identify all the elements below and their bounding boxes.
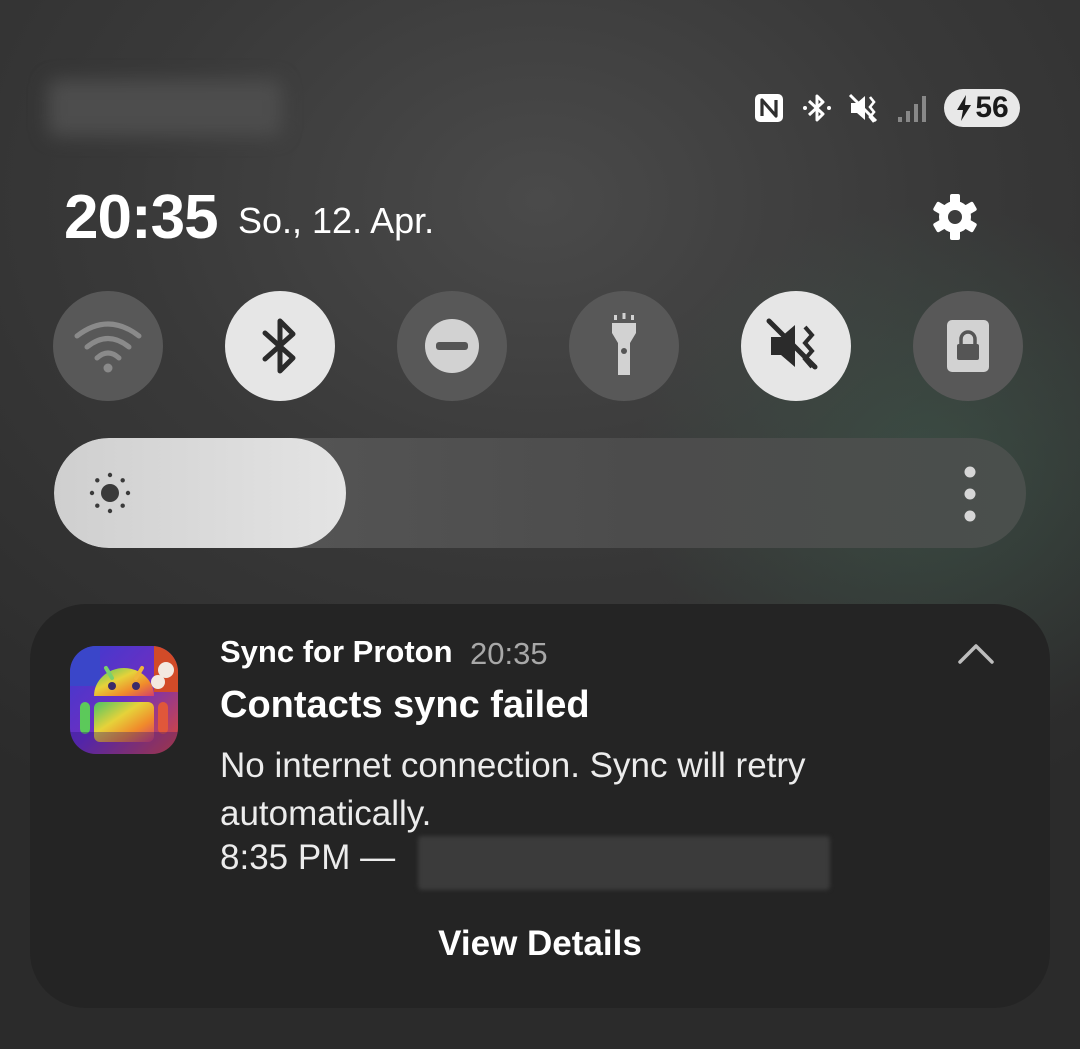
tile-mute[interactable] bbox=[741, 291, 851, 401]
tile-do-not-disturb[interactable] bbox=[397, 291, 507, 401]
flashlight-icon bbox=[612, 313, 636, 375]
battery-level: 56 bbox=[975, 91, 1009, 124]
tile-wifi[interactable] bbox=[53, 291, 163, 401]
date: So., 12. Apr. bbox=[238, 200, 435, 241]
more-options-icon[interactable] bbox=[958, 466, 982, 522]
bluetooth-icon bbox=[262, 318, 296, 374]
carrier-blurred bbox=[48, 80, 282, 136]
signal-icon bbox=[896, 91, 930, 125]
mute-icon bbox=[766, 318, 818, 370]
tile-flashlight[interactable] bbox=[569, 291, 679, 401]
wifi-icon bbox=[74, 321, 142, 373]
charging-icon bbox=[957, 95, 972, 121]
bluetooth-icon bbox=[800, 91, 834, 125]
notification-card[interactable]: Sync for Proton 20:35 Contacts sync fail… bbox=[30, 604, 1050, 1008]
sun-icon bbox=[89, 472, 131, 514]
clock: 20:35 bbox=[64, 183, 219, 252]
tile-screen-lock[interactable] bbox=[913, 291, 1023, 401]
app-icon bbox=[70, 646, 178, 754]
chevron-up-icon[interactable] bbox=[956, 640, 996, 666]
tile-bluetooth[interactable] bbox=[225, 291, 335, 401]
notification-body: No internet connection. Sync will retry … bbox=[220, 746, 806, 833]
notification-timestamp: 8:35 PM — bbox=[220, 838, 396, 877]
lock-icon bbox=[947, 320, 989, 372]
gear-icon[interactable] bbox=[930, 192, 980, 242]
app-name: Sync for Proton bbox=[220, 634, 453, 669]
nfc-icon bbox=[752, 91, 786, 125]
notification-title: Contacts sync failed bbox=[220, 684, 590, 726]
vibrate-mute-icon bbox=[848, 91, 882, 125]
brightness-slider[interactable] bbox=[54, 438, 1026, 548]
notification-time: 20:35 bbox=[470, 636, 548, 671]
status-icons: 56 bbox=[752, 86, 1020, 130]
view-details-button[interactable]: View Details bbox=[30, 924, 1050, 964]
minus-circle-icon bbox=[425, 319, 479, 373]
battery-indicator: 56 bbox=[944, 89, 1020, 127]
account-blurred bbox=[418, 836, 830, 890]
